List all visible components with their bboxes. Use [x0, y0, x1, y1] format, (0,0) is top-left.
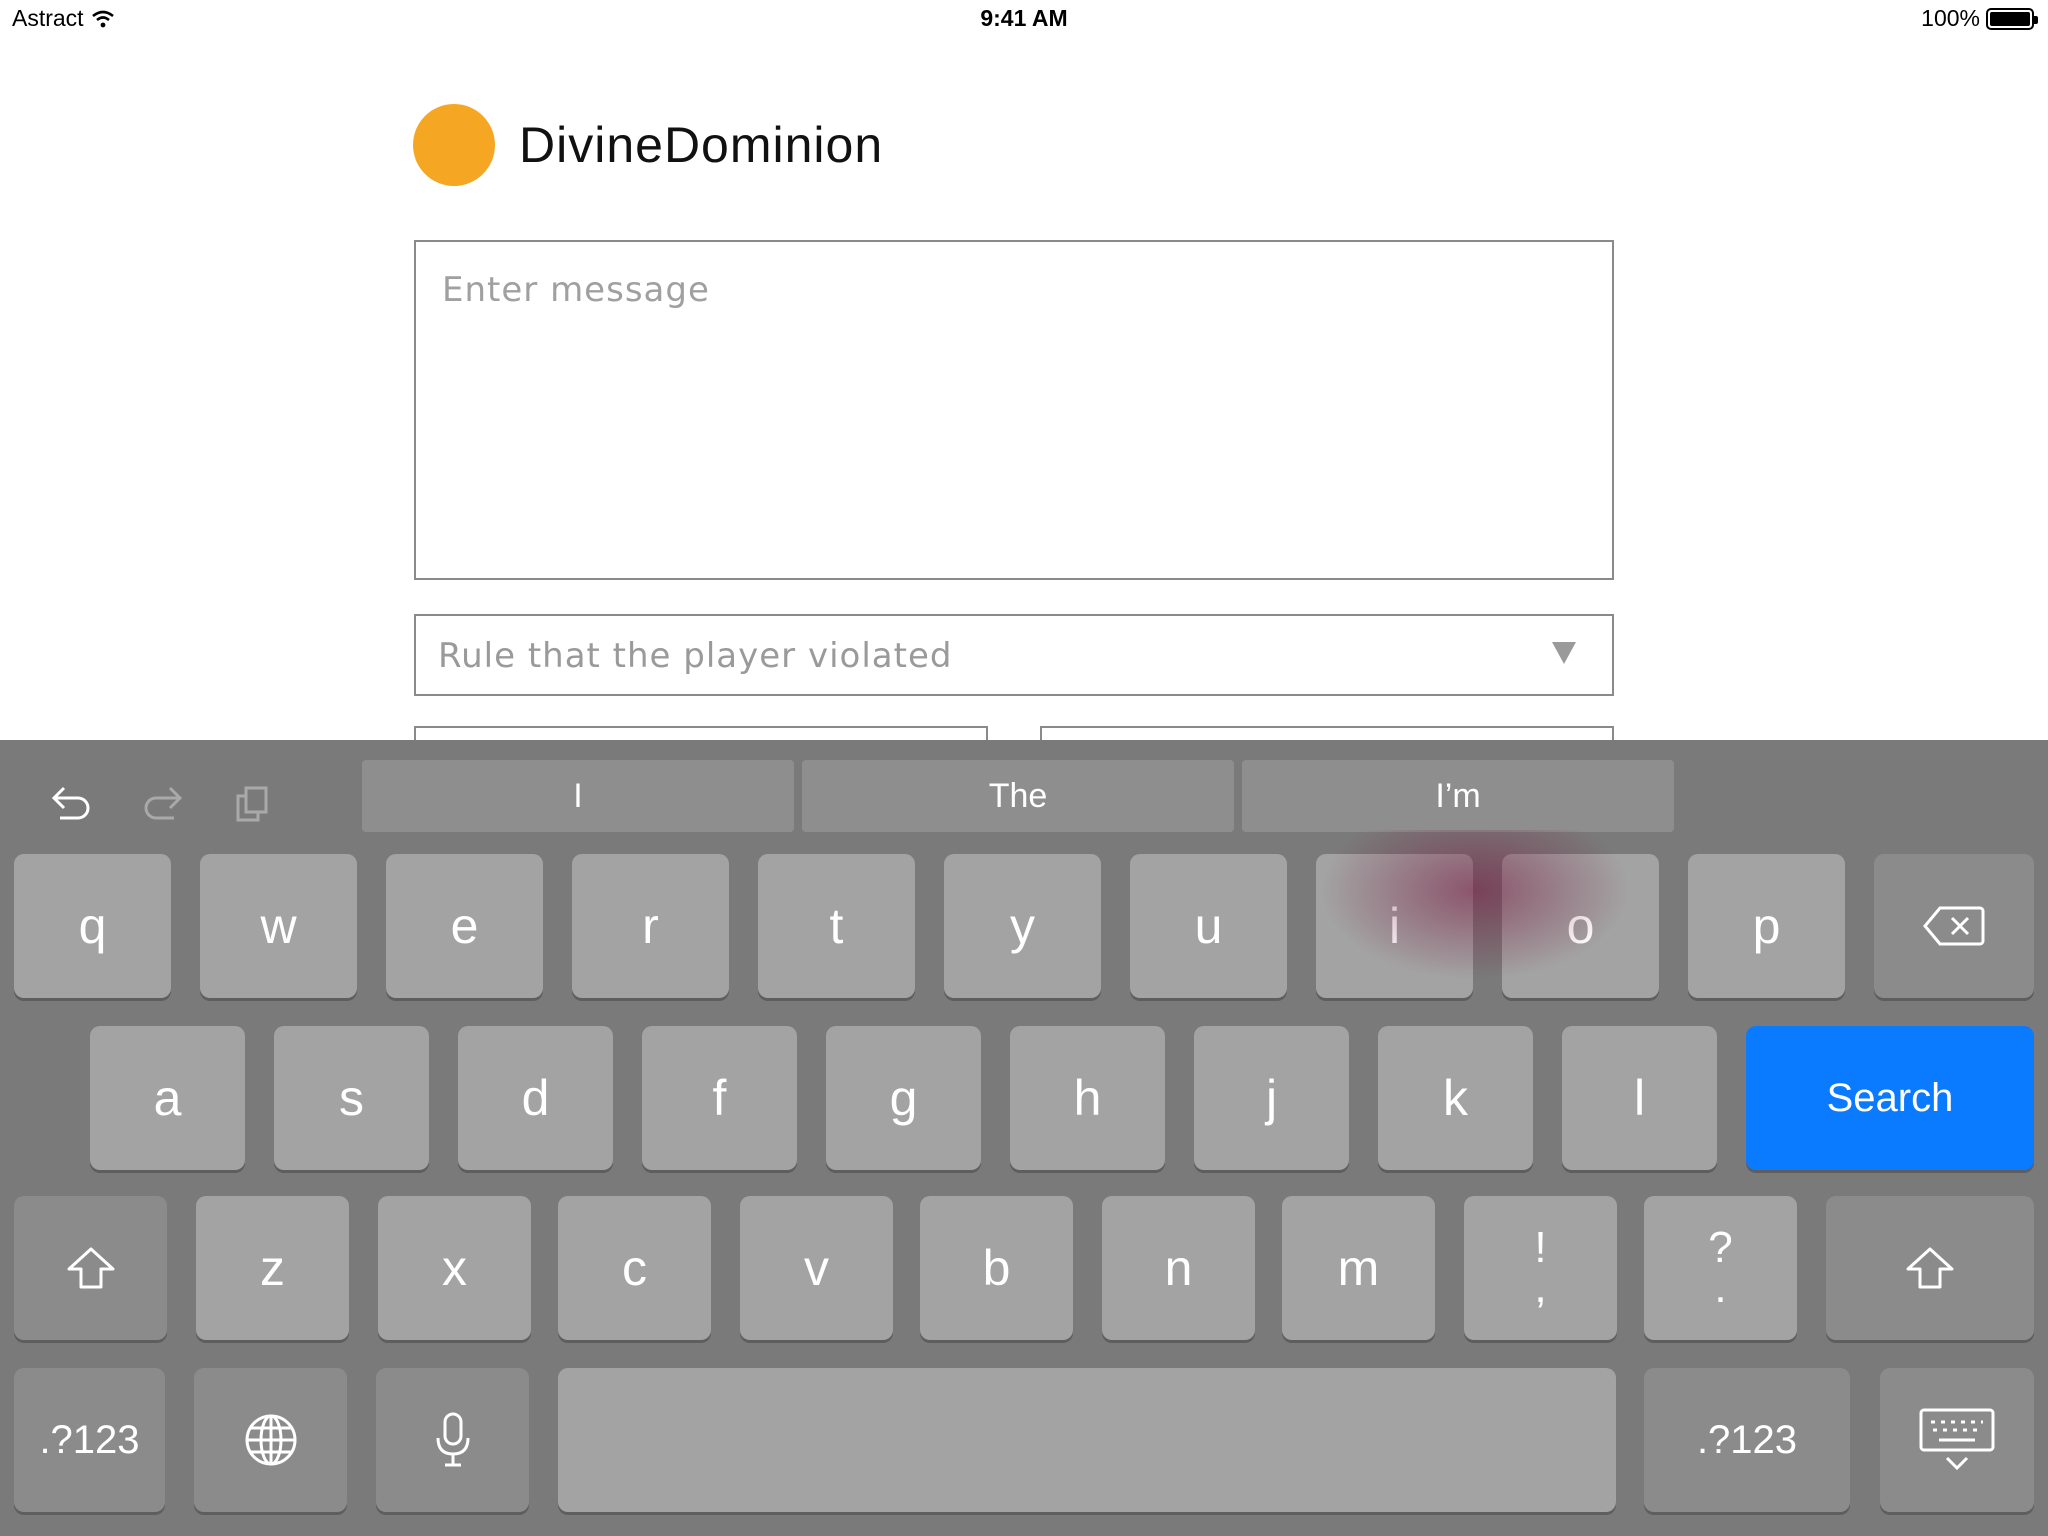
key-j[interactable]: j [1194, 1026, 1349, 1170]
shift-key-right[interactable] [1826, 1196, 2034, 1340]
undo-icon[interactable] [40, 774, 100, 834]
key-question-period[interactable]: ? . [1644, 1196, 1797, 1340]
numbers-key-right[interactable]: .?123 [1644, 1368, 1850, 1512]
status-time: 9:41 AM [980, 5, 1068, 31]
keyboard-hide-icon [1919, 1408, 1995, 1471]
status-right: 100% [1921, 5, 2038, 32]
user-header: DivineDominion [413, 104, 883, 186]
key-u[interactable]: u [1130, 854, 1287, 998]
key-x[interactable]: x [378, 1196, 531, 1340]
key-question-label: ? [1708, 1223, 1733, 1272]
message-placeholder: Enter message [442, 270, 710, 310]
key-r[interactable]: r [572, 854, 729, 998]
search-key[interactable]: Search [1746, 1026, 2034, 1170]
status-bar: Astract 9:41 AM 100% [0, 0, 2048, 40]
suggestion-1[interactable]: I [362, 760, 794, 832]
key-m[interactable]: m [1282, 1196, 1435, 1340]
key-k[interactable]: k [1378, 1026, 1533, 1170]
dictation-key[interactable] [376, 1368, 529, 1512]
key-t[interactable]: t [758, 854, 915, 998]
globe-key[interactable] [194, 1368, 347, 1512]
numbers-key-left[interactable]: .?123 [14, 1368, 165, 1512]
key-exclamation-comma[interactable]: ! , [1464, 1196, 1617, 1340]
backspace-icon [1923, 906, 1985, 946]
battery-icon [1986, 7, 2038, 30]
key-exclamation-label: ! [1534, 1223, 1547, 1272]
key-y[interactable]: y [944, 854, 1101, 998]
suggestion-2[interactable]: The [802, 760, 1234, 832]
globe-icon [245, 1414, 296, 1466]
shift-icon [1906, 1247, 1954, 1289]
key-period-label: . [1714, 1263, 1727, 1312]
space-bar[interactable] [558, 1368, 1616, 1512]
microphone-icon [436, 1412, 469, 1467]
delete-key[interactable] [1874, 854, 2034, 998]
suggestion-3[interactable]: I’m [1242, 760, 1674, 832]
key-a[interactable]: a [90, 1026, 245, 1170]
shift-icon [67, 1247, 114, 1289]
message-input[interactable]: Enter message [414, 240, 1614, 580]
key-g[interactable]: g [826, 1026, 981, 1170]
clipboard-icon[interactable] [224, 774, 284, 834]
key-s[interactable]: s [274, 1026, 429, 1170]
key-l[interactable]: l [1562, 1026, 1717, 1170]
avatar [413, 104, 495, 186]
key-f[interactable]: f [642, 1026, 797, 1170]
key-o[interactable]: o [1502, 854, 1659, 998]
username-label: DivineDominion [519, 117, 884, 173]
key-d[interactable]: d [458, 1026, 613, 1170]
key-h[interactable]: h [1010, 1026, 1165, 1170]
key-c[interactable]: c [558, 1196, 711, 1340]
key-e[interactable]: e [386, 854, 543, 998]
battery-percent: 100% [1921, 5, 1980, 31]
key-p[interactable]: p [1688, 854, 1845, 998]
keyboard: I The I’m q w e r t y u i o p a s d f g … [0, 740, 2048, 1536]
screen: Astract 9:41 AM 100% DivineDominion Ente… [0, 0, 2048, 1536]
key-z[interactable]: z [196, 1196, 349, 1340]
key-n[interactable]: n [1102, 1196, 1255, 1340]
key-q[interactable]: q [14, 854, 171, 998]
dropdown-arrow-icon [1552, 642, 1576, 664]
dismiss-keyboard-key[interactable] [1880, 1368, 2034, 1512]
rule-select[interactable]: Rule that the player violated [414, 614, 1614, 696]
key-b[interactable]: b [920, 1196, 1073, 1340]
key-i[interactable]: i [1316, 854, 1473, 998]
shift-key-left[interactable] [14, 1196, 167, 1340]
key-comma-label: , [1534, 1263, 1547, 1312]
redo-icon[interactable] [134, 774, 194, 834]
rule-select-placeholder: Rule that the player violated [438, 636, 953, 676]
key-v[interactable]: v [740, 1196, 893, 1340]
key-w[interactable]: w [200, 854, 357, 998]
